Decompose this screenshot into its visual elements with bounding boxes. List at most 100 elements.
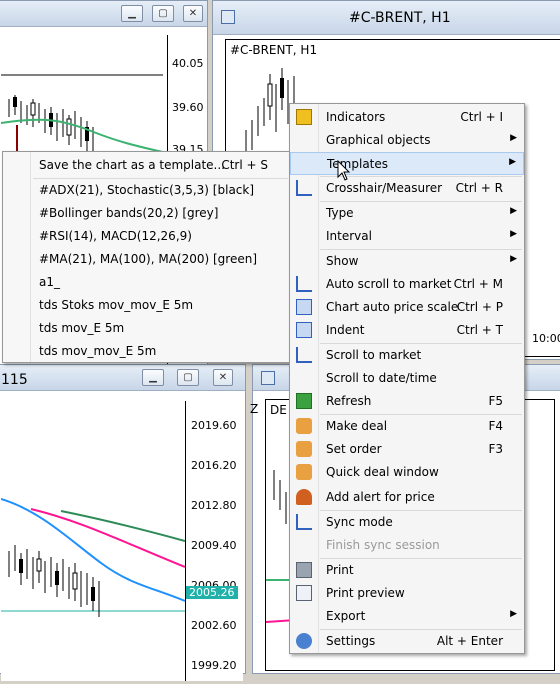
menu-item-set-order[interactable]: Set order F3 — [290, 438, 524, 461]
minimize-button[interactable]: ▁ — [121, 5, 143, 22]
menu-item-shortcut: F3 — [488, 442, 503, 456]
submenu-arrow-icon: ▶ — [510, 229, 517, 239]
menu-item-add-alert[interactable]: Add alert for price — [290, 486, 524, 509]
menu-item-label: Scroll to date/time — [326, 371, 437, 385]
menu-item-indicators[interactable]: Indicators Ctrl + I — [290, 106, 524, 129]
save-template-item[interactable]: Save the chart as a template... Ctrl + S — [3, 154, 290, 177]
price-chart[interactable] — [0, 401, 186, 681]
auto-scroll-icon — [296, 276, 312, 292]
menu-item-export[interactable]: Export ▶ — [290, 605, 524, 628]
menu-item-interval[interactable]: Interval ▶ — [290, 225, 524, 248]
menu-item-shortcut: Ctrl + M — [453, 277, 503, 291]
template-item[interactable]: tds mov_mov_E 5m — [3, 340, 290, 363]
current-price-badge: 2005.26 — [186, 586, 238, 599]
menu-item-label: Auto scroll to market — [326, 277, 452, 291]
minimize-button[interactable]: ▁ — [142, 369, 164, 386]
menu-item-label: #ADX(21), Stochastic(3,5,3) [black] — [39, 183, 255, 197]
menu-item-label: #Bollinger bands(20,2) [grey] — [39, 206, 219, 220]
price-tick: 2002.60 — [191, 619, 237, 632]
price-tick: 1999.20 — [191, 659, 237, 672]
close-button[interactable]: ✕ — [183, 5, 203, 22]
menu-item-type[interactable]: Type ▶ — [290, 202, 524, 225]
menu-item-graphical-objects[interactable]: Graphical objects ▶ — [290, 129, 524, 152]
window-title: #C-BRENT, H1 — [349, 10, 451, 26]
maximize-button[interactable]: ▢ — [177, 369, 199, 386]
menu-item-make-deal[interactable]: Make deal F4 — [290, 415, 524, 438]
menu-item-label: Show — [326, 254, 359, 268]
sync-icon — [296, 514, 312, 530]
menu-item-auto-scroll[interactable]: Auto scroll to market Ctrl + M — [290, 273, 524, 296]
menu-item-settings[interactable]: Settings Alt + Enter — [290, 630, 524, 653]
menu-item-label: Refresh — [326, 394, 372, 408]
chart-context-menu[interactable]: Indicators Ctrl + I Graphical objects ▶ … — [289, 103, 525, 654]
chart-window-bottom-left[interactable]: 115 ▁ ▢ ✕ 2019.60 2016.20 2012.80 2009.4… — [0, 364, 246, 681]
make-deal-icon — [296, 418, 312, 434]
menu-item-label: Add alert for price — [326, 490, 435, 504]
menu-item-crosshair[interactable]: Crosshair/Measurer Ctrl + R — [290, 177, 524, 200]
refresh-icon — [296, 393, 312, 409]
set-order-icon — [296, 441, 312, 457]
mouse-cursor-icon — [337, 160, 351, 181]
template-item[interactable]: tds Stoks mov_mov_E 5m — [3, 294, 290, 317]
menu-item-label: a1_ — [39, 275, 60, 289]
price-tick: 39.60 — [172, 101, 204, 114]
menu-item-label: tds Stoks mov_mov_E 5m — [39, 298, 194, 312]
template-item[interactable]: tds mov_E 5m — [3, 317, 290, 340]
menu-item-label: Make deal — [326, 419, 388, 433]
price-tick: 2019.60 — [191, 419, 237, 432]
close-button[interactable]: ✕ — [213, 369, 233, 386]
menu-item-label: Set order — [326, 442, 382, 456]
settings-icon — [296, 633, 312, 649]
window-titlebar[interactable]: ▁ ▢ ✕ — [0, 1, 207, 27]
menu-item-label: #RSI(14), MACD(12,26,9) — [39, 229, 192, 243]
template-item[interactable]: a1_ — [3, 271, 290, 294]
menu-item-label: tds mov_mov_E 5m — [39, 344, 157, 358]
print-icon — [296, 562, 312, 578]
menu-item-label: Export — [326, 609, 366, 623]
price-axis[interactable]: 2019.60 2016.20 2012.80 2009.40 2006.00 … — [185, 401, 243, 681]
window-titlebar[interactable]: 115 ▁ ▢ ✕ — [0, 365, 245, 391]
menu-item-label: Quick deal window — [326, 465, 439, 479]
menu-item-shortcut: Ctrl + S — [221, 158, 268, 172]
window-titlebar[interactable]: #C-BRENT, H1 — [213, 1, 560, 35]
maximize-button[interactable]: ▢ — [152, 5, 174, 22]
chart-symbol-label: #C-BRENT, H1 — [230, 43, 318, 57]
menu-item-label: Chart auto price scale — [326, 300, 459, 314]
menu-item-templates[interactable]: Templates ▶ — [290, 152, 524, 175]
window-title: Z — [250, 402, 259, 416]
menu-item-label: Settings — [326, 634, 376, 648]
menu-item-label: #MA(21), MA(100), MA(200) [green] — [39, 252, 258, 266]
menu-item-print-preview[interactable]: Print preview — [290, 582, 524, 605]
menu-item-show[interactable]: Show ▶ — [290, 250, 524, 273]
submenu-arrow-icon: ▶ — [510, 206, 517, 216]
submenu-arrow-icon: ▶ — [510, 133, 517, 143]
template-item[interactable]: #RSI(14), MACD(12,26,9) — [3, 225, 290, 248]
menu-item-print[interactable]: Print — [290, 559, 524, 582]
menu-item-label: Indent — [326, 323, 365, 337]
template-item[interactable]: #Bollinger bands(20,2) [grey] — [3, 202, 290, 225]
indent-icon — [296, 322, 312, 338]
chart-symbol-label: DE — [270, 403, 287, 417]
scroll-market-icon — [296, 347, 312, 363]
menu-item-label: Type — [326, 206, 354, 220]
menu-item-sync-mode[interactable]: Sync mode — [290, 511, 524, 534]
template-item[interactable]: #ADX(21), Stochastic(3,5,3) [black] — [3, 179, 290, 202]
menu-item-label: tds mov_E 5m — [39, 321, 125, 335]
menu-item-shortcut: Ctrl + R — [455, 181, 503, 195]
quick-deal-icon — [296, 464, 312, 480]
menu-item-indent[interactable]: Indent Ctrl + T — [290, 319, 524, 342]
auto-scale-icon — [296, 299, 312, 315]
price-tick: 2012.80 — [191, 499, 237, 512]
menu-item-scroll-to-date[interactable]: Scroll to date/time — [290, 367, 524, 390]
menu-item-scroll-to-market[interactable]: Scroll to market — [290, 344, 524, 367]
submenu-arrow-icon: ▶ — [510, 609, 517, 619]
menu-item-refresh[interactable]: Refresh F5 — [290, 390, 524, 413]
menu-item-label: Indicators — [326, 110, 386, 124]
menu-item-label: Scroll to market — [326, 348, 422, 362]
menu-item-quick-deal[interactable]: Quick deal window — [290, 461, 524, 484]
template-item[interactable]: #MA(21), MA(100), MA(200) [green] — [3, 248, 290, 271]
submenu-arrow-icon: ▶ — [509, 157, 516, 167]
templates-submenu[interactable]: Save the chart as a template... Ctrl + S… — [2, 151, 291, 363]
menu-item-auto-price-scale[interactable]: Chart auto price scale Ctrl + P — [290, 296, 524, 319]
menu-item-label: Crosshair/Measurer — [326, 181, 443, 195]
